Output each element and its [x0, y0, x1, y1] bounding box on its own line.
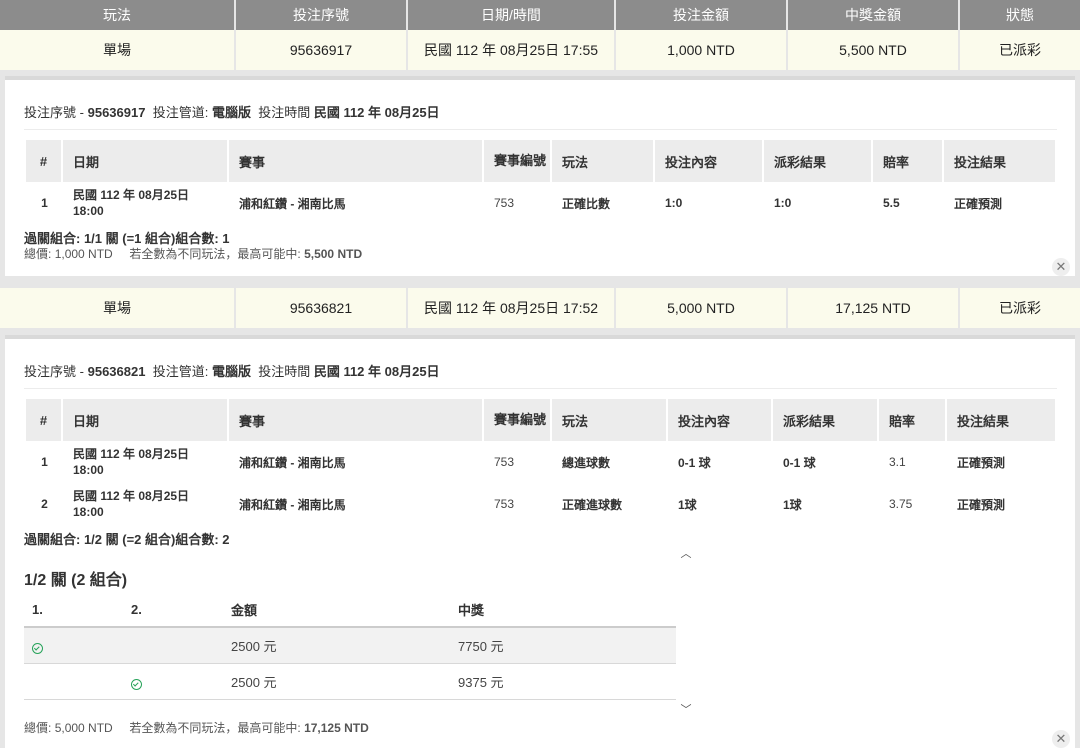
- combo-row: 2500 元 7750 元: [24, 628, 676, 664]
- table-row: 1 民國 112 年 08月25日 18:00 浦和紅鑽 - 湘南比馬 753 總…: [26, 441, 1055, 483]
- col-win: 中獎金額: [788, 0, 960, 30]
- table-header: # 日期 賽事 賽事編號 玩法 投注內容 派彩結果 賠率 投注結果: [26, 140, 1055, 182]
- total-line: 總價: 1,000 NTD 若全數為不同玩法，最高可能中: 5,500 NTD: [24, 247, 363, 261]
- serial-cell: 95636821: [236, 288, 408, 328]
- chevron-down-icon[interactable]: ﹀: [679, 702, 693, 716]
- combo-summary: 過關組合: 1/2 關 (=2 組合)組合數: 2: [24, 532, 230, 547]
- play-cell: 單場: [0, 30, 236, 70]
- table-header: # 日期 賽事 賽事編號 玩法 投注內容 派彩結果 賠率 投注結果: [26, 399, 1055, 441]
- combo-row: 2500 元 9375 元: [24, 664, 676, 700]
- check-circle-icon: [131, 678, 142, 690]
- combo-table: 1. 2. 金額 中獎 2500 元 7750 元 2500 元 9375 元: [24, 592, 676, 700]
- bet-detail-panel: 投注序號 - 95636917 投注管道: 電腦版 投注時間 民國 112 年 …: [5, 76, 1075, 276]
- check-circle-icon: [32, 642, 43, 654]
- amount-cell: 1,000 NTD: [616, 30, 788, 70]
- bet-detail-panel: 投注序號 - 95636821 投注管道: 電腦版 投注時間 民國 112 年 …: [5, 335, 1075, 748]
- bet-list-header: 玩法 投注序號 日期/時間 投注金額 中獎金額 狀態: [0, 0, 1080, 30]
- bet-detail-table: # 日期 賽事 賽事編號 玩法 投注內容 派彩結果 賠率 投注結果 1 民國 1…: [26, 399, 1055, 525]
- col-serial: 投注序號: [236, 0, 408, 30]
- combo-title: 1/2 關 (2 組合): [24, 572, 128, 589]
- bet-summary-row[interactable]: 單場 95636917 民國 112 年 08月25日 17:55 1,000 …: [0, 30, 1080, 70]
- table-row: 1 民國 112 年 08月25日 18:00 浦和紅鑽 - 湘南比馬 753 正…: [26, 182, 1055, 224]
- table-row: 2 民國 112 年 08月25日 18:00 浦和紅鑽 - 湘南比馬 753 正…: [26, 483, 1055, 525]
- datetime-cell: 民國 112 年 08月25日 17:52: [408, 288, 616, 328]
- bet-detail-header: 投注序號 - 95636917 投注管道: 電腦版 投注時間 民國 112 年 …: [24, 105, 440, 120]
- close-icon[interactable]: ✕: [1052, 730, 1070, 748]
- combo-table-header: 1. 2. 金額 中獎: [24, 592, 676, 628]
- serial-cell: 95636917: [236, 30, 408, 70]
- win-cell: 5,500 NTD: [788, 30, 960, 70]
- bet-summary-row[interactable]: 單場 95636821 民國 112 年 08月25日 17:52 5,000 …: [0, 288, 1080, 328]
- bet-detail-table: # 日期 賽事 賽事編號 玩法 投注內容 派彩結果 賠率 投注結果 1 民國 1…: [26, 140, 1055, 224]
- bet-detail-header: 投注序號 - 95636821 投注管道: 電腦版 投注時間 民國 112 年 …: [24, 364, 440, 379]
- play-cell: 單場: [0, 288, 236, 328]
- col-datetime: 日期/時間: [408, 0, 616, 30]
- win-cell: 17,125 NTD: [788, 288, 960, 328]
- total-line: 總價: 5,000 NTD 若全數為不同玩法，最高可能中: 17,125 NTD: [24, 721, 369, 735]
- status-cell: 已派彩: [960, 288, 1080, 328]
- amount-cell: 5,000 NTD: [616, 288, 788, 328]
- col-play: 玩法: [0, 0, 236, 30]
- col-status: 狀態: [960, 0, 1080, 30]
- datetime-cell: 民國 112 年 08月25日 17:55: [408, 30, 616, 70]
- col-amount: 投注金額: [616, 0, 788, 30]
- status-cell: 已派彩: [960, 30, 1080, 70]
- close-icon[interactable]: ✕: [1052, 258, 1070, 276]
- chevron-up-icon[interactable]: ︿: [679, 546, 693, 560]
